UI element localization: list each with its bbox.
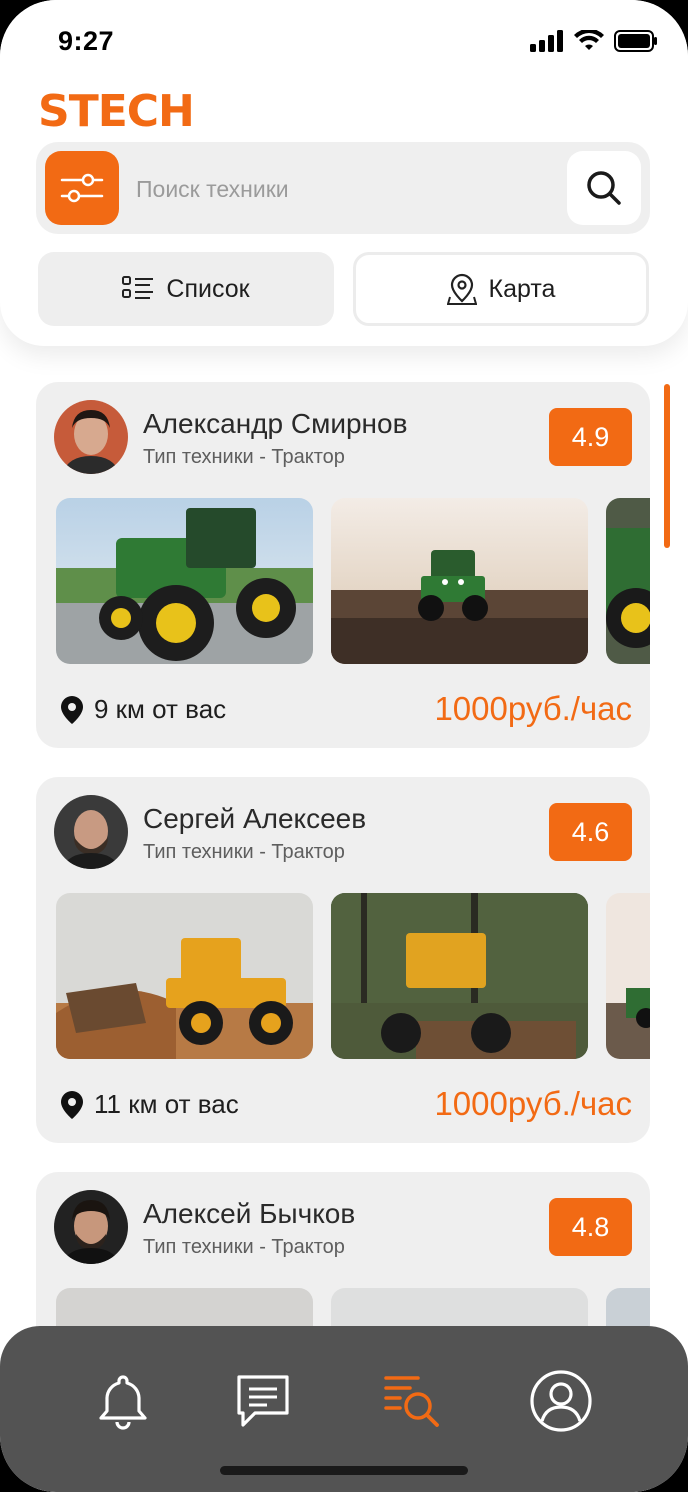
rating-badge: 4.6 [549, 803, 632, 861]
distance-text: 11 км от вас [94, 1089, 239, 1119]
status-bar: 9:27 [0, 0, 688, 80]
tab-map-label: Карта [488, 274, 556, 303]
filter-sliders-icon [60, 173, 104, 203]
home-indicator[interactable] [220, 1466, 468, 1475]
search-list-icon [384, 1376, 439, 1427]
rating-badge: 4.8 [549, 1198, 632, 1256]
equipment-photo[interactable] [331, 498, 588, 664]
scrollbar-thumb[interactable] [664, 384, 670, 548]
location-pin-icon [61, 1090, 83, 1119]
search-icon [587, 171, 621, 205]
profile-icon [530, 1370, 592, 1432]
tab-list[interactable]: Список [38, 252, 334, 326]
nav-notifications[interactable] [88, 1366, 158, 1436]
equipment-photo[interactable] [56, 893, 313, 1059]
battery-icon [614, 30, 657, 52]
filter-button[interactable] [45, 151, 119, 225]
status-icons [530, 30, 658, 52]
map-pin-icon [446, 273, 477, 305]
equipment-type: Тип техники - Трактор [143, 841, 345, 863]
equipment-photo[interactable] [606, 498, 650, 664]
rating-badge: 4.9 [549, 408, 632, 466]
app-logo: STECH [38, 86, 195, 137]
chat-icon [237, 1375, 289, 1427]
phone-screen: 9:27 STECH Поиск техники Список Карта Ал… [0, 0, 688, 1492]
equipment-type: Тип техники - Трактор [143, 1236, 345, 1258]
distance: 11 км от вас [60, 1089, 239, 1120]
distance: 9 км от вас [60, 694, 226, 725]
bottom-nav [0, 1326, 688, 1492]
equipment-photo[interactable] [56, 498, 313, 664]
location-pin-icon [61, 695, 83, 724]
search-button[interactable] [567, 151, 641, 225]
nav-profile[interactable] [526, 1366, 596, 1436]
listing-card[interactable]: Сергей Алексеев Тип техники - Трактор 4.… [36, 777, 650, 1143]
avatar [54, 795, 128, 869]
owner-name: Александр Смирнов [143, 408, 408, 439]
signal-icon [530, 30, 563, 52]
equipment-photo[interactable] [606, 893, 650, 1059]
owner-name: Сергей Алексеев [143, 803, 367, 834]
list-icon [122, 276, 154, 299]
wifi-icon [574, 30, 604, 50]
listing-card[interactable]: Александр Смирнов Тип техники - Трактор … [36, 382, 650, 748]
tab-list-label: Список [166, 274, 250, 303]
search-input[interactable] [136, 172, 536, 206]
bell-icon [99, 1375, 147, 1430]
avatar [54, 1190, 128, 1264]
price: 1000руб./час [434, 1085, 632, 1122]
header: 9:27 STECH Поиск техники Список Карта [0, 0, 688, 346]
photo-carousel[interactable] [56, 498, 650, 664]
equipment-photo[interactable] [331, 893, 588, 1059]
nav-messages[interactable] [228, 1366, 298, 1436]
price: 1000руб./час [434, 690, 632, 727]
status-time: 9:27 [58, 26, 115, 56]
tab-map[interactable]: Карта [353, 252, 649, 326]
equipment-type: Тип техники - Трактор [143, 446, 345, 468]
avatar [54, 400, 128, 474]
owner-name: Алексей Бычков [143, 1198, 356, 1229]
photo-carousel[interactable] [56, 893, 650, 1059]
nav-search[interactable] [376, 1366, 446, 1436]
search-bar [36, 142, 650, 234]
distance-text: 9 км от вас [94, 694, 227, 724]
